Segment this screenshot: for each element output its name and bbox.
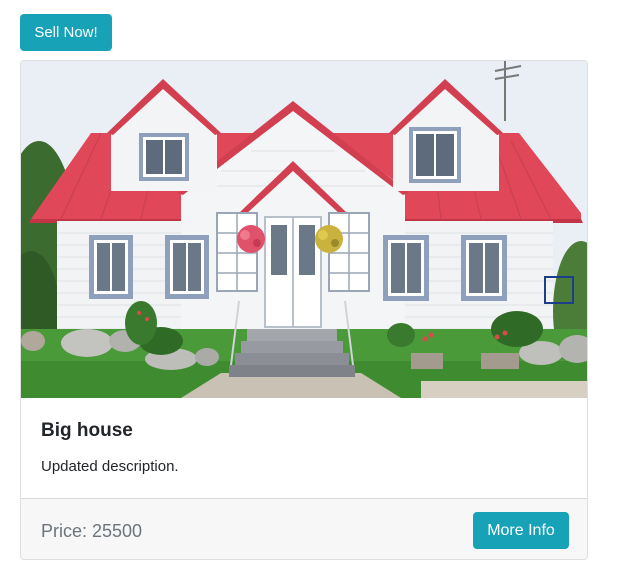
card-footer: Price: 25500 More Info [21,498,587,559]
card-body: Big house Updated description. [21,398,587,498]
price-text: Price: 25500 [41,521,143,541]
sell-now-button[interactable]: Sell Now! [20,14,112,51]
more-info-button[interactable]: More Info [473,512,569,549]
card-description: Updated description. [41,458,179,475]
listing-card: Big house Updated description. Price: 25… [20,60,588,560]
card-title: Big house [41,420,133,441]
house-image [21,61,587,398]
